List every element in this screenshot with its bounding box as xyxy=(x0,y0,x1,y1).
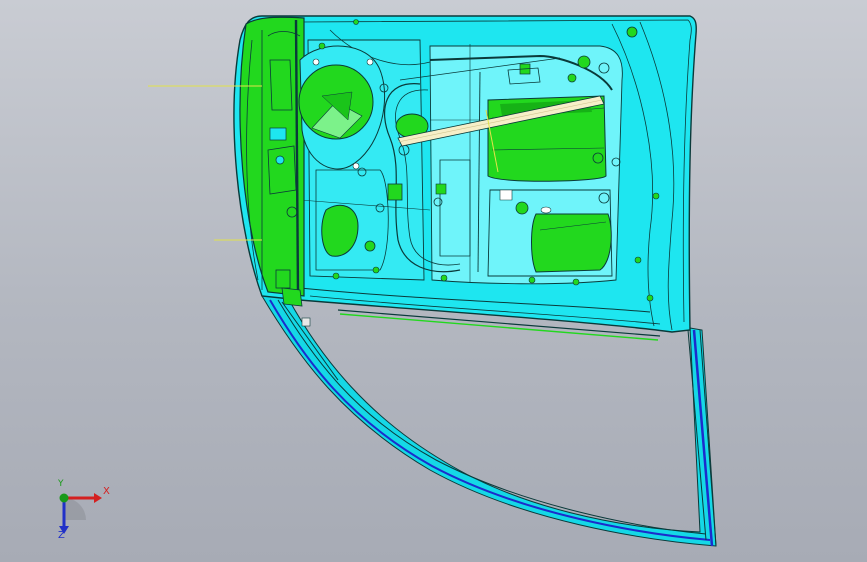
y-axis-label: Y xyxy=(58,479,64,489)
window-frame xyxy=(261,295,717,547)
z-axis-label: Z xyxy=(58,530,65,541)
x-axis-label: X xyxy=(103,486,110,497)
cad-graphics-viewport[interactable]: X Y Z xyxy=(0,0,867,562)
hinge-reinforcement xyxy=(239,16,305,307)
car-door-inner-panel-model[interactable] xyxy=(0,0,867,562)
coordinate-axis-triad-icon: X Y Z xyxy=(48,479,118,546)
